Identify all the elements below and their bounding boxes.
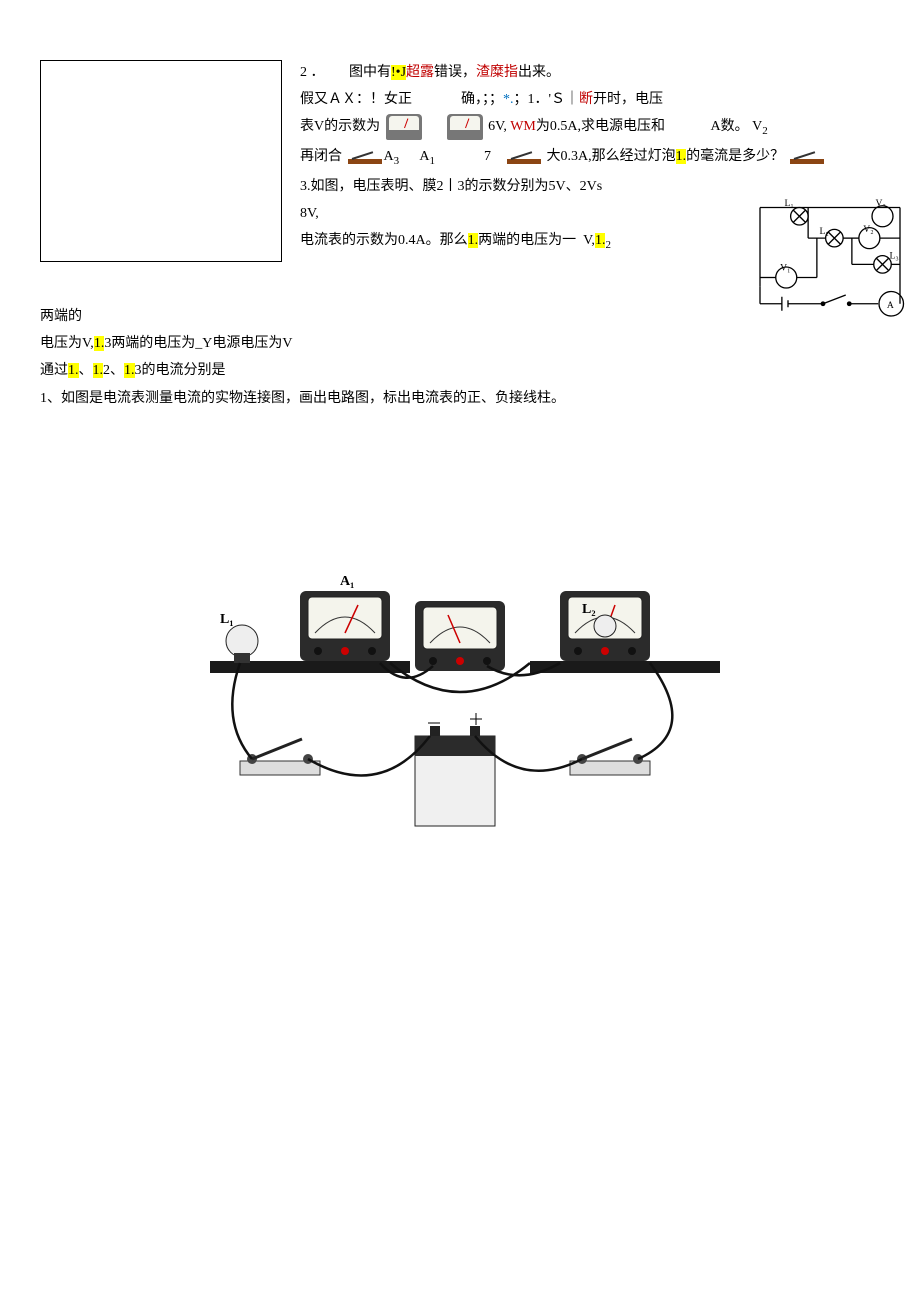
q3-text: 两端的电压为一 xyxy=(478,233,576,248)
q2-text: 开时，电压 xyxy=(593,92,663,107)
circuit-schematic: L₁ V₃ L₂ V₂ L₃ V₁ A xyxy=(740,190,920,330)
label-a3-sub: 3 xyxy=(394,155,400,167)
highlight: 1. xyxy=(676,149,687,164)
highlight: 1. xyxy=(94,336,105,351)
highlight: 1. xyxy=(68,363,79,378)
q3-text: 3两端的电压为_Y电源电压为V xyxy=(104,336,292,351)
ammeter-icon xyxy=(415,601,505,671)
label-L2: L₂ xyxy=(582,602,596,617)
highlight: 1. xyxy=(595,233,606,248)
q2-text: 7 xyxy=(484,149,491,164)
sub-2: 2 xyxy=(605,239,611,251)
q2-text: ；1．'Ｓ｜ xyxy=(514,92,580,107)
physical-circuit-figure: A₁ L₁ L₂ xyxy=(40,571,880,880)
q2-text: 的毫流是多少？ xyxy=(686,149,784,164)
ammeter-icon xyxy=(300,591,390,661)
red-text: WM xyxy=(510,120,536,135)
q2-text: 大0.3A,那么经过灯泡 xyxy=(546,149,675,164)
q2-text: 图中有 xyxy=(349,65,391,80)
q3-text: 、 xyxy=(79,363,93,378)
red-text: 超露 xyxy=(406,65,434,80)
label-V1: V₁ xyxy=(780,263,790,274)
label-a1: A xyxy=(419,149,429,164)
label-A: A xyxy=(887,300,894,311)
bulb-icon xyxy=(594,615,616,637)
label-L3: L₃ xyxy=(890,250,899,261)
highlight: 1. xyxy=(468,233,479,248)
q3-text: V, xyxy=(583,233,595,248)
switch-icon xyxy=(348,150,382,164)
q3-text: 3的电流分别是 xyxy=(135,363,226,378)
q2-text: 再闭合 xyxy=(300,149,342,164)
q2-text: 出来。 xyxy=(518,65,560,80)
top-section: 2 ． 图中有!•J超露错误，渣糜指出来。 假又ＡＸ：！女正 确，；；*.；1．… xyxy=(40,60,880,300)
q2-text: 假又ＡＸ：！女正 xyxy=(300,92,412,107)
label-L1: L₁ xyxy=(785,198,794,209)
red-text: 渣糜指 xyxy=(476,65,518,80)
switch-icon xyxy=(790,150,824,164)
highlight: 1. xyxy=(124,363,135,378)
q3-text: 通过 xyxy=(40,363,68,378)
battery-icon xyxy=(415,713,495,826)
label-A1: A₁ xyxy=(340,574,354,589)
highlight: !•J xyxy=(391,65,406,80)
q3-text: 电流表的示数为0.4A。那么 xyxy=(300,233,468,248)
bulb-icon xyxy=(226,625,258,663)
q2-text: 为0.5A,求电源电压和 xyxy=(536,120,665,135)
voltmeter-icon xyxy=(447,114,483,140)
label-a3: A xyxy=(384,149,394,164)
red-text: 断 xyxy=(579,92,593,107)
q2-text: 表V的示数为 xyxy=(300,120,380,135)
q3-text: 电压为V, xyxy=(40,336,94,351)
switch-icon xyxy=(507,150,541,164)
label-v2-sub: 2 xyxy=(762,125,768,137)
q2-num: 2 ． xyxy=(300,65,325,80)
q2-text: 确，；； xyxy=(461,92,503,107)
label-L2: L₂ xyxy=(820,226,829,237)
label-a1-sub: 1 xyxy=(429,155,435,167)
q2-text: А数。 xyxy=(710,120,748,135)
blue-text: *. xyxy=(503,92,514,107)
q3-text: 2、 xyxy=(103,363,124,378)
voltmeter-icon xyxy=(386,114,422,140)
label-v2: V xyxy=(752,120,762,135)
label-L1: L₁ xyxy=(220,612,234,627)
q2-text: 6V, xyxy=(488,120,510,135)
answer-box xyxy=(40,60,282,262)
label-V3: V₃ xyxy=(876,198,886,209)
switch-icon xyxy=(240,739,320,775)
question-1-text: 1、如图是电流表测量电流的实物连接图，画出电路图，标出电流表的正、负接线柱。 xyxy=(40,386,880,411)
highlight: 1. xyxy=(93,363,104,378)
q2-text: 错误， xyxy=(434,65,476,80)
switch-icon xyxy=(570,739,650,775)
label-V2: V₂ xyxy=(863,224,873,235)
